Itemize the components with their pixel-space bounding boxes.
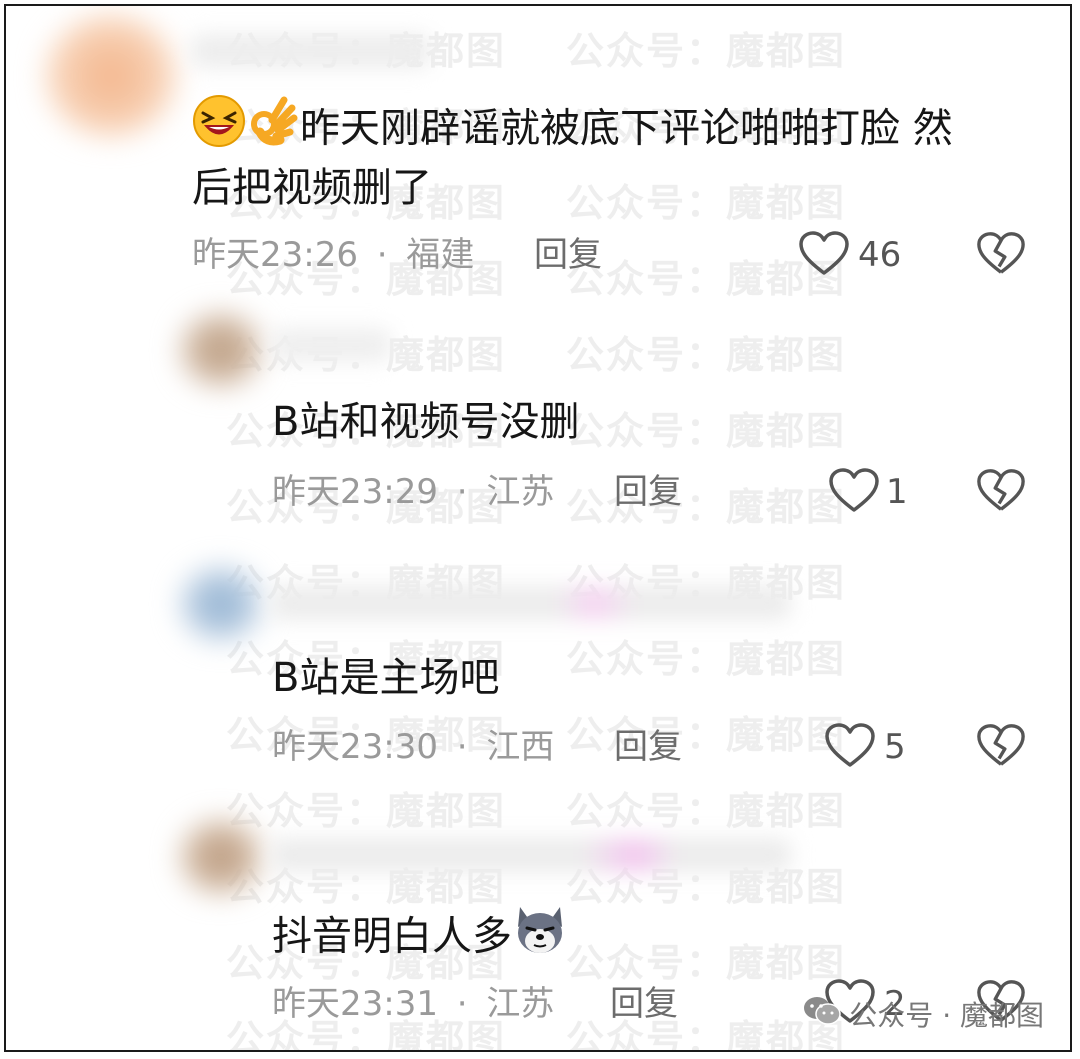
like-count: 46	[858, 235, 902, 275]
watermark-text: 公众号：魔都图	[566, 333, 847, 377]
comment-text: B站是主场吧	[272, 655, 500, 701]
reply-button[interactable]: 回复	[614, 727, 682, 767]
like-count: 5	[884, 727, 906, 767]
comment-location: 江西	[486, 727, 555, 767]
comment-text: 抖音明白人多	[272, 901, 568, 976]
wechat-icon	[803, 995, 842, 1034]
comment-text: B站和视频号没删	[272, 399, 580, 445]
meta-separator: ·	[456, 727, 468, 767]
watermark-text: 公众号：魔都图	[566, 29, 847, 73]
dislike-broken-heart-icon[interactable]	[976, 723, 1026, 773]
watermark-text: 公众号：魔都图	[566, 713, 847, 757]
watermark-text: 公众号：魔都图	[566, 485, 847, 529]
watermark-text: 公众号：魔都图	[566, 941, 847, 985]
meta-separator: ·	[376, 235, 388, 275]
like-heart-icon[interactable]	[828, 468, 880, 518]
comment-panel: 公众号：魔都图 公众号：魔都图 公众号：魔都图 公众号：魔都图 公众号：魔都图 公众号：魔…	[4, 4, 1072, 1052]
like-heart-icon[interactable]	[798, 231, 850, 281]
username[interactable]	[191, 34, 431, 68]
username[interactable]	[271, 838, 791, 872]
comment-time: 昨天23:29	[272, 472, 438, 512]
like-heart-icon[interactable]	[824, 723, 876, 773]
username[interactable]	[271, 328, 391, 362]
avatar[interactable]	[181, 821, 261, 893]
comment-meta: 昨天23:26 · 福建	[192, 235, 474, 275]
comment-time: 昨天23:31	[272, 984, 438, 1024]
meta-separator: ·	[456, 472, 468, 512]
watermark-text: 公众号：魔都图	[566, 181, 847, 225]
watermark-text: 公众号：魔都图	[226, 789, 507, 833]
avatar[interactable]	[181, 568, 261, 640]
dog-face-emoji	[512, 901, 568, 976]
reply-button[interactable]: 回复	[614, 472, 682, 512]
comment-text-line2: 后把视频删了	[192, 165, 432, 211]
meta-separator: ·	[456, 984, 468, 1024]
source-credit-text: 公众号 · 魔都图	[849, 999, 1044, 1032]
dislike-broken-heart-icon[interactable]	[976, 231, 1026, 281]
reply-button[interactable]: 回复	[534, 235, 602, 275]
comment-location: 福建	[406, 235, 475, 275]
comment-location: 江苏	[486, 984, 555, 1024]
avatar[interactable]	[46, 16, 176, 136]
watermark-text: 公众号：魔都图	[566, 789, 847, 833]
source-credit: 公众号 · 魔都图	[803, 994, 1044, 1034]
comment-meta: 昨天23:31 · 江苏	[272, 984, 554, 1024]
comment-time: 昨天23:30	[272, 727, 438, 767]
watermark-text: 公众号：魔都图	[566, 637, 847, 681]
username[interactable]	[271, 586, 791, 620]
reply-button[interactable]: 回复	[610, 984, 678, 1024]
comment-time: 昨天23:26	[192, 235, 358, 275]
watermark-text: 公众号：魔都图	[566, 409, 847, 453]
comment-location: 江苏	[486, 472, 555, 512]
comment-meta: 昨天23:29 · 江苏	[272, 472, 554, 512]
dislike-broken-heart-icon[interactable]	[976, 468, 1026, 518]
comment-meta: 昨天23:30 · 江西	[272, 727, 554, 767]
avatar[interactable]	[181, 314, 261, 386]
like-count: 1	[886, 472, 908, 512]
